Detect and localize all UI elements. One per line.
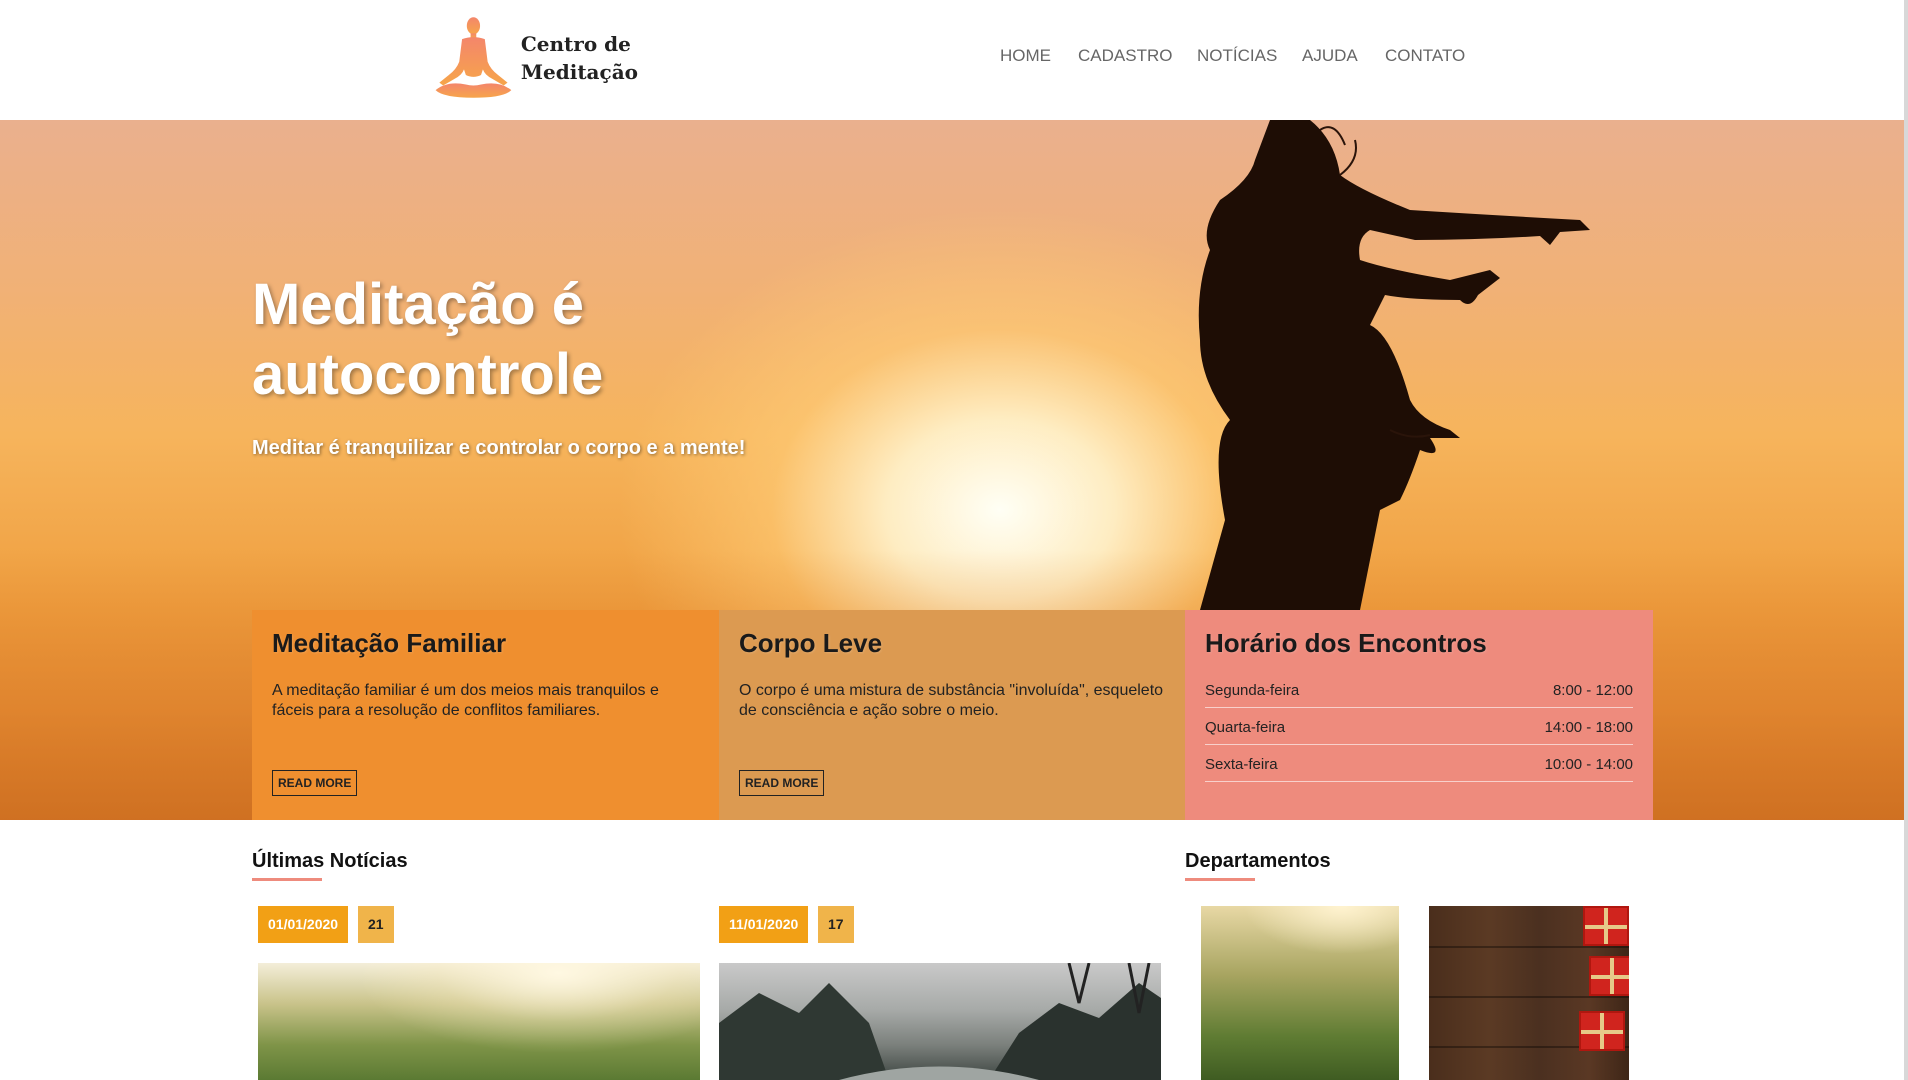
- gift-box-icon: [1589, 956, 1629, 996]
- schedule-row: Segunda-feira 8:00 - 12:00: [1205, 671, 1633, 708]
- wood-plank-line: [1429, 996, 1629, 998]
- news-title-underline: [252, 878, 322, 881]
- news-count-badge: 17: [818, 906, 854, 943]
- schedule-time: 10:00 - 14:00: [1544, 756, 1633, 773]
- page-scrollbar[interactable]: [1904, 0, 1908, 1080]
- news-section-title: Últimas Notícias: [252, 850, 408, 872]
- schedule-row: Quarta-feira 14:00 - 18:00: [1205, 708, 1633, 745]
- hero-subtitle: Meditar é tranquilizar e controlar o cor…: [252, 437, 746, 459]
- read-more-button[interactable]: READ MORE: [739, 770, 825, 796]
- schedule-time: 14:00 - 18:00: [1544, 719, 1633, 736]
- feature-corpo-leve: Corpo Leve O corpo é uma mistura de subs…: [719, 610, 1185, 820]
- nav-ajuda[interactable]: AJUDA: [1302, 46, 1358, 66]
- schedule-day: Quarta-feira: [1205, 719, 1286, 736]
- news-image-mountains[interactable]: [719, 963, 1161, 1080]
- nav-home[interactable]: HOME: [1000, 46, 1051, 66]
- department-image-gifts[interactable]: [1429, 906, 1629, 1080]
- logo-line1: Centro de: [520, 32, 631, 56]
- logo-line2: Meditação: [520, 60, 638, 84]
- feature-text: A meditação familiar é um dos meios mais…: [272, 682, 659, 719]
- site-header: Centro de Meditação HOME CADASTRO NOTÍCI…: [0, 0, 1908, 120]
- schedule-day: Sexta-feira: [1205, 756, 1278, 773]
- schedule-time: 8:00 - 12:00: [1552, 682, 1633, 699]
- departments-title-underline: [1185, 878, 1255, 881]
- hero-title-line1: Meditação é: [252, 272, 584, 337]
- hero-title: Meditação é autocontrole: [252, 270, 952, 410]
- read-more-button[interactable]: READ MORE: [272, 770, 358, 796]
- news-date-badge: 01/01/2020: [258, 906, 349, 943]
- mountain-shapes: [719, 963, 1161, 1080]
- wood-plank-line: [1429, 946, 1629, 948]
- nav-noticias[interactable]: NOTÍCIAS: [1197, 46, 1277, 66]
- feature-meditacao-familiar: Meditação Familiar A meditação familiar …: [252, 610, 719, 820]
- feature-title: Corpo Leve: [739, 628, 883, 658]
- gift-box-icon: [1583, 906, 1629, 946]
- logo-text: Centro de Meditação: [521, 30, 638, 86]
- feature-text: O corpo é uma mistura de substância "inv…: [739, 682, 1164, 719]
- news-image-field[interactable]: [258, 963, 700, 1080]
- hero-title-line2: autocontrole: [252, 342, 604, 407]
- gift-box-icon: [1579, 1011, 1625, 1051]
- nav-cadastro[interactable]: CADASTRO: [1078, 46, 1172, 66]
- schedule-row: Sexta-feira 10:00 - 14:00: [1205, 745, 1633, 782]
- schedule-title: Horário dos Encontros: [1205, 628, 1487, 658]
- woman-silhouette-image: [1198, 120, 1590, 610]
- news-count-badge: 21: [358, 906, 394, 943]
- meditation-figure-icon: [435, 17, 512, 98]
- news-date-badge: 11/01/2020: [719, 906, 809, 943]
- department-image-field[interactable]: [1201, 906, 1399, 1080]
- schedule-day: Segunda-feira: [1205, 682, 1300, 699]
- nav-contato[interactable]: CONTATO: [1385, 46, 1465, 66]
- departments-section-title: Departamentos: [1185, 850, 1331, 872]
- logo[interactable]: Centro de Meditação: [428, 10, 638, 106]
- schedule-box: Horário dos Encontros Segunda-feira 8:00…: [1185, 610, 1653, 820]
- feature-title: Meditação Familiar: [272, 628, 507, 658]
